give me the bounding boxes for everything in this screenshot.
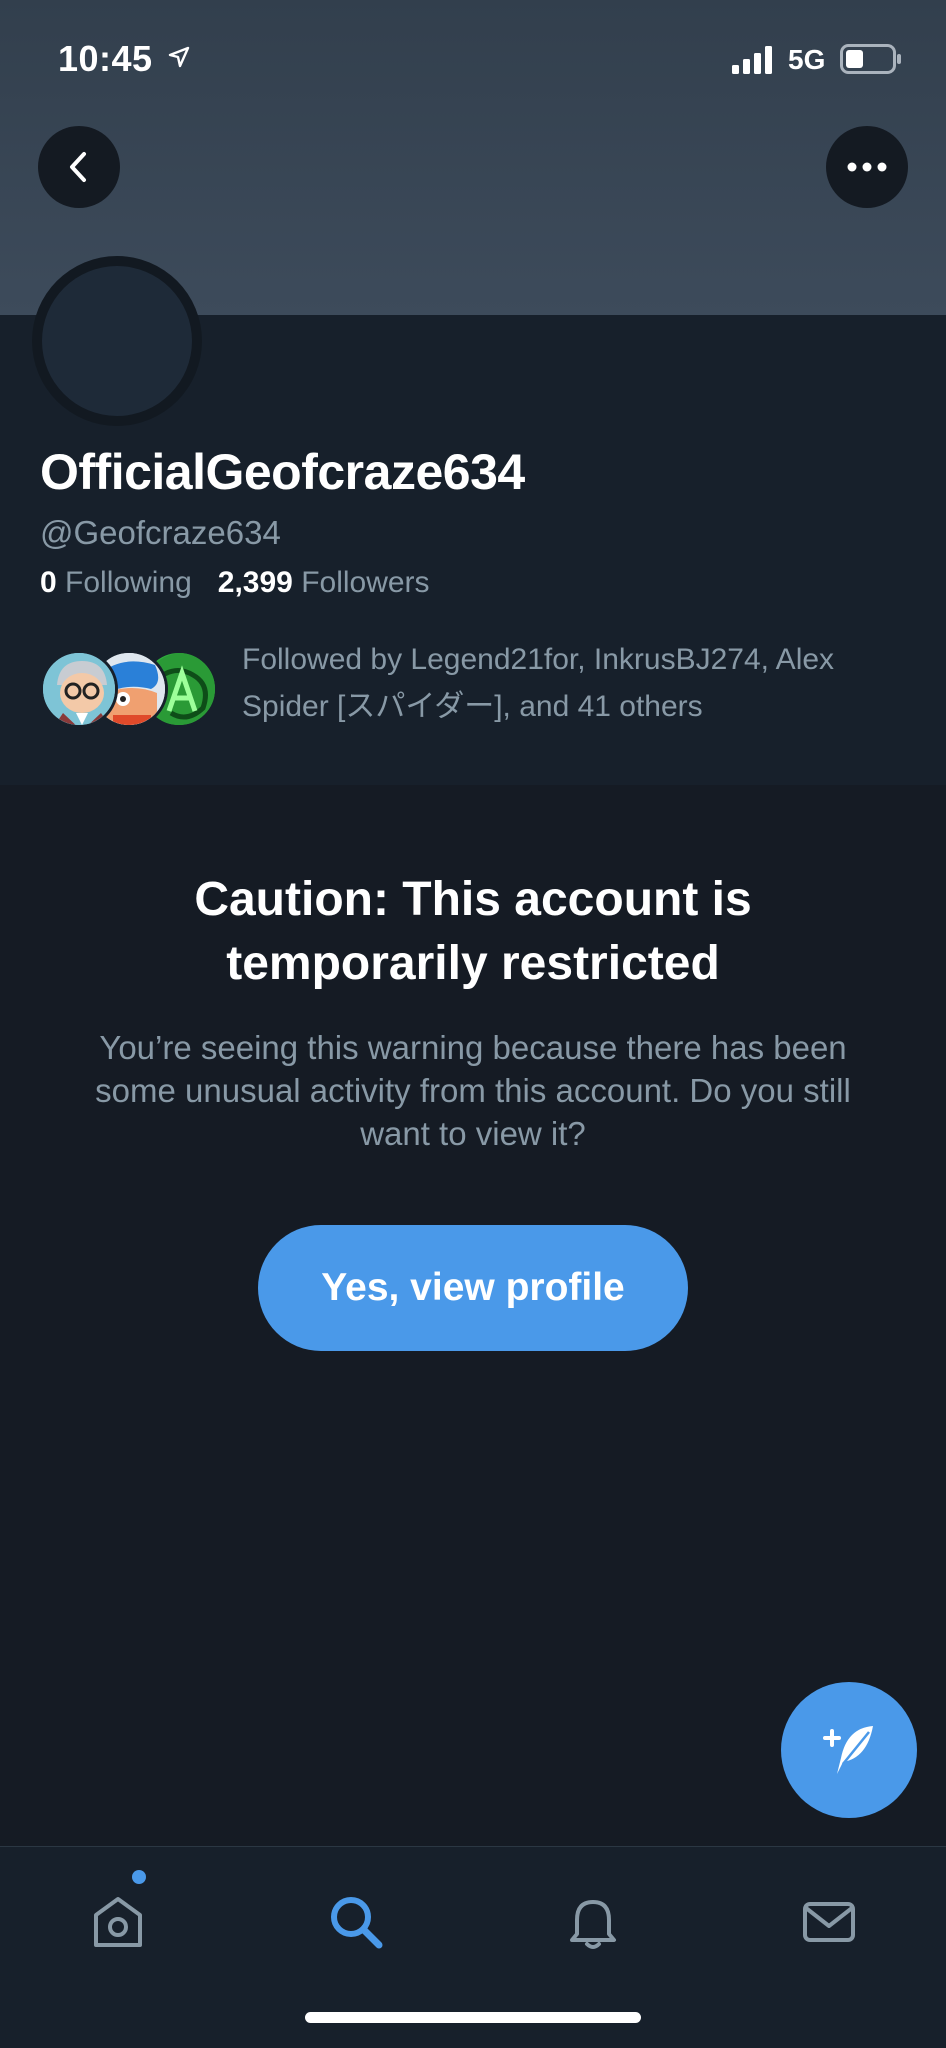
network-label: 5G <box>788 44 826 75</box>
tab-notifications[interactable] <box>538 1877 648 1967</box>
status-bar: 10:45 5G <box>0 0 946 120</box>
compose-feather-icon <box>823 1726 873 1774</box>
tab-search[interactable] <box>301 1877 411 1967</box>
more-options-button[interactable] <box>826 126 908 208</box>
mutual-followers-avatars[interactable] <box>40 650 220 730</box>
more-dots-icon <box>847 162 887 172</box>
followers-link[interactable]: 2,399 Followers <box>218 566 430 599</box>
home-unread-indicator <box>132 1870 146 1884</box>
user-handle: @Geofcraze634 <box>40 514 281 551</box>
followers-count: 2,399 <box>217 566 293 599</box>
back-button[interactable] <box>38 126 120 208</box>
location-arrow-icon <box>168 46 190 68</box>
home-indicator-bar[interactable] <box>305 2012 641 2023</box>
view-profile-button[interactable]: Yes, view profile <box>258 1225 688 1351</box>
following-link[interactable]: 0 Following <box>40 566 192 599</box>
tab-home[interactable] <box>63 1877 173 1967</box>
profile-avatar[interactable] <box>42 266 192 416</box>
mail-icon <box>803 1902 855 1942</box>
warning-body: You’re seeing this warning because there… <box>95 1029 851 1152</box>
tab-messages[interactable] <box>774 1877 884 1967</box>
chevron-left-icon <box>70 152 86 182</box>
followed-by-text[interactable]: Followed by Legend21for, InkrusBJ274, Al… <box>242 636 902 730</box>
bell-icon <box>570 1900 616 1949</box>
display-name: OfficialGeofcraze634 <box>40 444 525 500</box>
follow-counts: 0 Following 2,399 Followers <box>40 566 430 600</box>
follower-avatar <box>40 650 118 728</box>
signal-icon <box>732 46 772 74</box>
compose-tweet-button[interactable] <box>781 1682 917 1818</box>
warning-title: Caution: This account is temporarily res… <box>194 873 752 990</box>
battery-icon <box>840 44 901 74</box>
search-icon <box>331 1897 383 1949</box>
following-count: 0 <box>40 566 57 599</box>
following-label: Following <box>65 566 192 599</box>
home-icon <box>94 1897 142 1947</box>
followers-label: Followers <box>301 566 430 599</box>
status-time: 10:45 <box>58 38 153 79</box>
